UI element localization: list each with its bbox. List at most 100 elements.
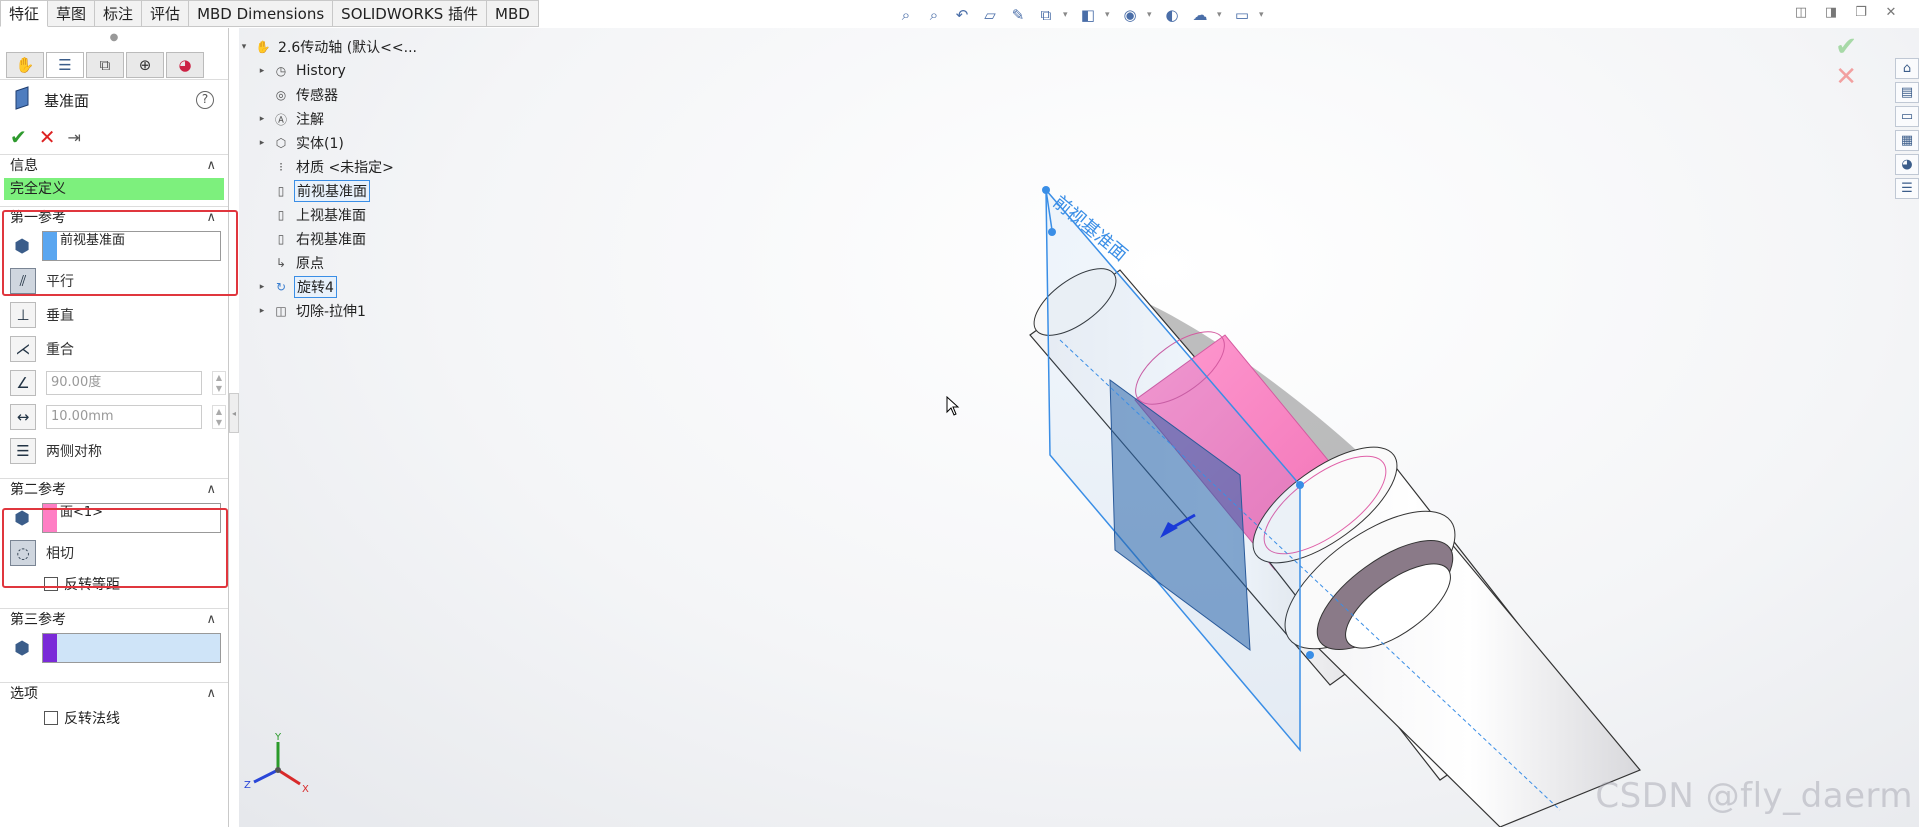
hide-show-icon[interactable]: ◉ [1119,5,1141,25]
featuremanager-tab-icon[interactable]: ✋ [6,51,44,78]
flip-normal-checkbox[interactable] [44,711,58,725]
expand-arrow-icon[interactable]: ▸ [256,306,268,316]
scene-dropdown-icon[interactable]: ▾ [1217,10,1225,20]
section-options-header[interactable]: 选项 ∧ [0,682,228,704]
dynamic-annotation-icon[interactable]: ✎ [1007,5,1029,25]
tab-annotation[interactable]: 标注 [95,0,143,27]
feature-header: 基准面 ? [0,80,228,120]
panel-collapse-handle[interactable]: ◂ [229,393,239,433]
expand-arrow-icon[interactable]: ▸ [256,138,268,148]
tree-item-revolve[interactable]: ▸ ↻ 旋转4 [238,275,419,299]
help-icon[interactable]: ? [196,91,214,109]
view-settings-icon[interactable]: ▭ [1231,5,1253,25]
chevron-up-icon[interactable]: ∧ [206,609,216,631]
option-symmetric[interactable]: ☰ 两侧对称 [0,434,228,468]
flip-normal-row[interactable]: 反转法线 [0,704,228,732]
tree-root[interactable]: ▾ ✋ 2.6传动轴 (默认<<... [238,35,419,59]
view-palette-icon[interactable]: ▦ [1895,130,1919,151]
display-manager-tab-icon[interactable]: ◕ [166,51,204,78]
previous-view-icon[interactable]: ↶ [951,5,973,25]
coincident-icon[interactable]: ⋌ [10,336,36,362]
section-info-header[interactable]: 信息 ∧ [0,154,228,176]
offset-distance-icon[interactable]: ↔ [10,404,36,430]
expand-arrow-icon[interactable]: ▸ [256,114,268,124]
plane-handle[interactable] [1048,228,1056,236]
tree-item-label: 材质 <未指定> [296,160,394,176]
chevron-up-icon[interactable]: ∧ [206,479,216,501]
hide-show-dropdown-icon[interactable]: ▾ [1147,10,1155,20]
tab-mbd-dimensions[interactable]: MBD Dimensions [189,0,334,27]
tree-item-annotations[interactable]: ▸ Ⓐ 注解 [238,107,419,131]
expand-arrow-icon[interactable]: ▸ [256,66,268,76]
configuration-manager-tab-icon[interactable]: ⧉ [86,51,124,78]
section-second-ref-header[interactable]: 第二参考 ∧ [0,478,228,500]
command-manager-tabs: 特征 草图 标注 评估 MBD Dimensions SOLIDWORKS 插件… [0,0,539,27]
shaft-3d-model[interactable]: 前视基准面 [1000,170,1919,827]
angle-icon[interactable]: ∠ [10,370,36,396]
scene-icon[interactable]: ☁ [1189,5,1211,25]
tab-mbd[interactable]: MBD [487,0,539,27]
tree-item-cut-extrude[interactable]: ▸ ◫ 切除-拉伸1 [238,299,419,323]
reference-triad: Y Z X [244,732,309,795]
view-settings-dropdown-icon[interactable]: ▾ [1259,10,1267,20]
tree-item-solid-bodies[interactable]: ▸ ⬡ 实体(1) [238,131,419,155]
tab-solidworks-addins[interactable]: SOLIDWORKS 插件 [333,0,488,27]
tab-sketch[interactable]: 草图 [48,0,96,27]
mid-plane-icon[interactable]: ☰ [10,438,36,464]
tree-item-top-plane[interactable]: ▯ 上视基准面 [238,203,419,227]
pin-icon[interactable]: ⇥ [68,128,81,147]
tree-item-origin[interactable]: ↳ 原点 [238,251,419,275]
plane-handle[interactable] [1042,186,1050,194]
tree-item-material[interactable]: ⁝ 材质 <未指定> [238,155,419,179]
angle-input[interactable]: 90.00度 [46,371,202,395]
display-style-dropdown-icon[interactable]: ▾ [1105,10,1113,20]
tile-left-icon[interactable]: ◫ [1793,5,1809,21]
history-icon: ◷ [275,64,287,78]
tree-item-label: 传感器 [296,88,338,104]
home-icon[interactable]: ⌂ [1895,58,1919,79]
third-ref-swatch [43,634,57,662]
display-style-icon[interactable]: ◧ [1077,5,1099,25]
section-view-icon[interactable]: ▱ [979,5,1001,25]
zoom-to-area-icon[interactable]: ⌕ [923,5,945,25]
appearance-icon[interactable]: ◐ [1161,5,1183,25]
chevron-up-icon[interactable]: ∧ [206,683,216,705]
solid-body-icon: ⬡ [275,136,287,150]
close-icon[interactable]: ✕ [1883,5,1899,21]
distance-input[interactable]: 10.00mm [46,405,202,429]
design-library-icon[interactable]: ▤ [1895,82,1919,103]
file-explorer-icon[interactable]: ▭ [1895,106,1919,127]
tab-features[interactable]: 特征 [0,0,49,27]
plane-handle[interactable] [1296,481,1304,489]
cancel-x-icon[interactable]: ✕ [39,125,56,149]
confirm-cancel-icon[interactable]: ✕ [1835,62,1857,92]
perpendicular-icon[interactable]: ⊥ [10,302,36,328]
tree-root-label: 2.6传动轴 (默认<<... [278,40,417,56]
expand-arrow-icon[interactable]: ▾ [238,42,250,52]
section-third-ref-header[interactable]: 第三参考 ∧ [0,608,228,630]
plane-handle[interactable] [1306,651,1314,659]
view-orientation-icon[interactable]: ⧉ [1035,5,1057,25]
view-orientation-dropdown-icon[interactable]: ▾ [1063,10,1071,20]
third-ref-selection-box[interactable] [42,633,221,663]
tile-right-icon[interactable]: ◨ [1823,5,1839,21]
expand-arrow-icon[interactable]: ▸ [256,282,268,292]
tab-evaluate[interactable]: 评估 [142,0,190,27]
option-coincident[interactable]: ⋌ 重合 [0,332,228,366]
angle-spinner-icon[interactable]: ▲ ▼ [212,371,226,395]
restore-icon[interactable]: ❐ [1853,5,1869,21]
tree-item-history[interactable]: ▸ ◷ History [238,59,419,83]
propertymanager-tab-icon[interactable]: ☰ [46,51,84,78]
option-perpendicular[interactable]: ⊥ 垂直 [0,298,228,332]
ok-check-icon[interactable]: ✔ [10,125,27,149]
confirm-ok-icon[interactable]: ✔ [1835,32,1857,62]
distance-spinner-icon[interactable]: ▲ ▼ [212,405,226,429]
tree-item-sensors[interactable]: ◎ 传感器 [238,83,419,107]
panel-grip-icon[interactable]: ● [0,28,228,50]
action-buttons: ✔ ✕ ⇥ [0,120,228,154]
chevron-up-icon[interactable]: ∧ [206,155,216,177]
dimxpert-manager-tab-icon[interactable]: ⊕ [126,51,164,78]
tree-item-right-plane[interactable]: ▯ 右视基准面 [238,227,419,251]
tree-item-front-plane[interactable]: ▯ 前视基准面 [238,179,419,203]
zoom-to-fit-icon[interactable]: ⌕ [895,5,917,25]
